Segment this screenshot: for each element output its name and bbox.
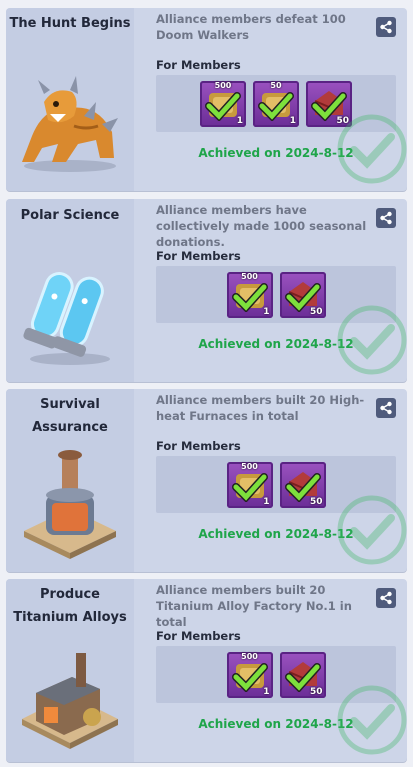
for-members-label: For Members xyxy=(156,249,241,263)
reward-item[interactable]: 50 1 xyxy=(253,81,299,127)
reward-quantity: 50 xyxy=(309,497,323,507)
card-art-panel: Produce Titanium Alloys xyxy=(6,579,134,762)
card-art-panel: Polar Science xyxy=(6,199,134,382)
completed-check-icon xyxy=(337,495,407,565)
reward-quantity: 50 xyxy=(309,687,323,697)
share-button[interactable] xyxy=(376,17,396,37)
share-button[interactable] xyxy=(376,208,396,228)
share-icon xyxy=(380,591,392,605)
reward-quantity: 1 xyxy=(263,687,270,697)
reward-top-number: 500 xyxy=(214,81,232,90)
share-button[interactable] xyxy=(376,588,396,608)
cryo-tubes-illustration xyxy=(23,271,110,365)
reward-top-number: 500 xyxy=(241,272,258,281)
completed-check-icon xyxy=(337,305,407,375)
card-description: Alliance members defeat 100 Doom Walkers xyxy=(156,12,346,42)
card-art-panel: The Hunt Begins xyxy=(6,8,134,191)
card-description: Alliance members have collectively made … xyxy=(156,203,367,249)
share-icon xyxy=(380,20,392,34)
share-button[interactable] xyxy=(376,398,396,418)
furnace-illustration xyxy=(24,450,116,559)
alloy-factory-illustration xyxy=(22,653,118,749)
reward-item[interactable]: 500 1 xyxy=(226,652,273,698)
achievement-card: Polar Science Alliance members have coll… xyxy=(6,199,407,382)
reward-quantity: 50 xyxy=(309,307,323,317)
reward-item[interactable]: 50 xyxy=(279,272,326,318)
achievement-card: The Hunt Begins Alliance members defeat … xyxy=(6,8,407,191)
card-art-panel: Survival Assurance xyxy=(6,389,134,572)
reward-item[interactable]: 500 1 xyxy=(226,272,273,318)
reward-top-number: 500 xyxy=(241,462,258,471)
share-icon xyxy=(380,401,392,415)
reward-top-number: 50 xyxy=(270,81,282,90)
completed-check-icon xyxy=(337,685,407,755)
reward-item[interactable]: 50 xyxy=(279,462,326,508)
for-members-label: For Members xyxy=(156,439,241,453)
reward-item[interactable]: 50 xyxy=(279,652,326,698)
card-title: Survival Assurance xyxy=(32,397,108,435)
card-description: Alliance members built 20 Titanium Alloy… xyxy=(156,583,352,629)
achievement-card: Produce Titanium Alloys Alliance members… xyxy=(6,579,407,762)
card-description: Alliance members built 20 High-heat Furn… xyxy=(156,393,365,423)
card-title: Produce Titanium Alloys xyxy=(13,587,127,625)
reward-item[interactable]: 500 1 xyxy=(200,81,246,127)
card-title: Polar Science xyxy=(20,208,120,223)
for-members-label: For Members xyxy=(156,629,241,643)
for-members-label: For Members xyxy=(156,58,241,72)
beast-illustration xyxy=(22,76,118,172)
reward-quantity: 1 xyxy=(263,307,270,317)
reward-top-number: 500 xyxy=(241,652,258,661)
reward-item[interactable]: 500 1 xyxy=(226,462,273,508)
card-title: The Hunt Begins xyxy=(9,16,131,31)
achievement-card: Survival Assurance Alliance members buil… xyxy=(6,389,407,572)
share-icon xyxy=(380,211,392,225)
reward-quantity: 1 xyxy=(236,116,243,126)
reward-quantity: 1 xyxy=(263,497,270,507)
completed-check-icon xyxy=(337,114,407,184)
reward-quantity: 1 xyxy=(289,116,296,126)
